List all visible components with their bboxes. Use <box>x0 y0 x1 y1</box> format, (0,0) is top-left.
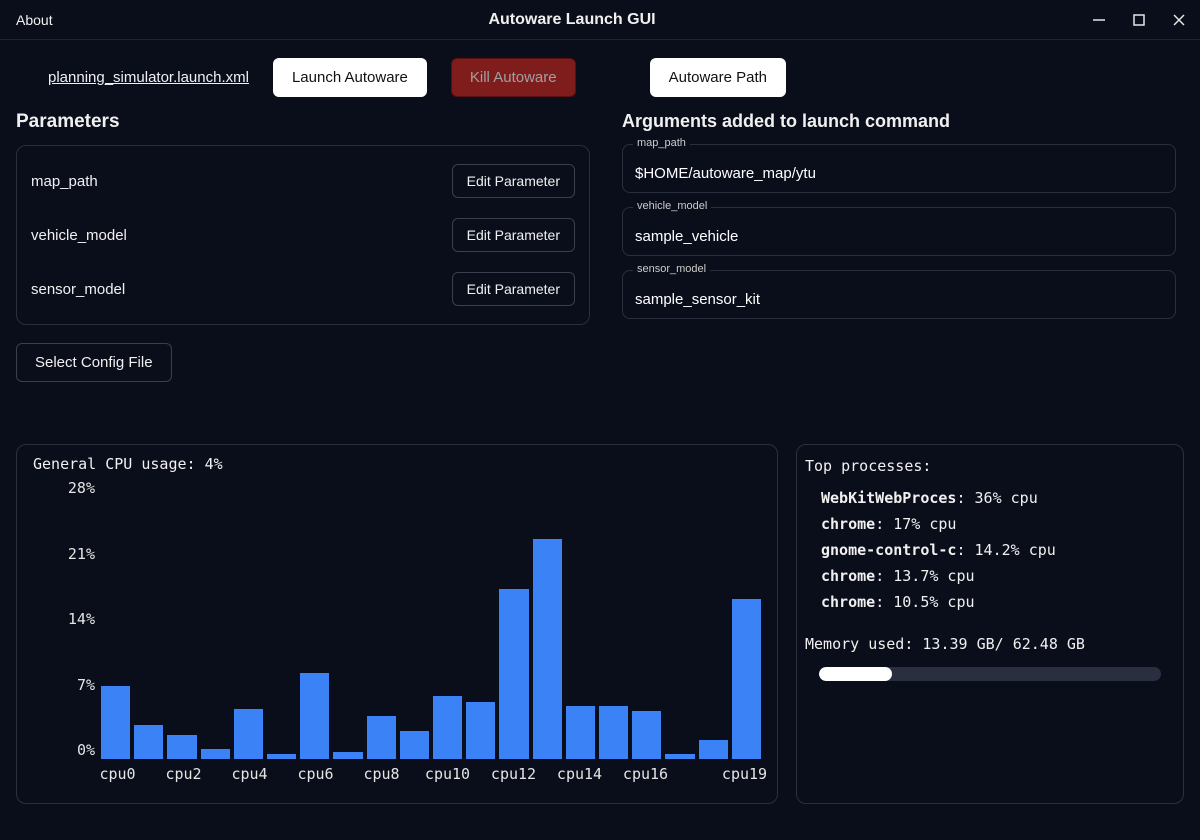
minimize-button[interactable] <box>1090 11 1108 29</box>
edit-parameter-button[interactable]: Edit Parameter <box>452 218 575 252</box>
cpu-bar <box>599 706 628 759</box>
parameter-name: vehicle_model <box>31 227 127 244</box>
cpu-bar <box>201 749 230 759</box>
cpu-bar <box>632 711 661 759</box>
y-tick-label: 14% <box>41 610 95 628</box>
process-row: chrome: 10.5% cpu <box>805 589 1175 615</box>
cpu-bar <box>234 709 263 759</box>
cpu-bar <box>466 702 495 759</box>
cpu-bar <box>699 740 728 759</box>
cpu-bar <box>167 735 196 759</box>
cpu-bar <box>134 725 163 759</box>
cpu-usage-panel: General CPU usage: 4% 28% 21% 14% 7% 0% cpu0… <box>16 444 778 804</box>
process-name: gnome-control-c <box>821 541 956 559</box>
cpu-bar <box>367 716 396 759</box>
process-name: chrome <box>821 567 875 585</box>
x-tick-label: cpu12 <box>491 765 536 783</box>
edit-parameter-button[interactable]: Edit Parameter <box>452 272 575 306</box>
launch-autoware-button[interactable]: Launch Autoware <box>273 58 427 97</box>
autoware-path-button[interactable]: Autoware Path <box>650 58 786 97</box>
processes-panel: Top processes: WebKitWebProces: 36% cpuc… <box>796 444 1184 804</box>
argument-label: map_path <box>633 137 690 149</box>
cpu-bar <box>400 731 429 759</box>
process-row: gnome-control-c: 14.2% cpu <box>805 537 1175 563</box>
argument-value: sample_sensor_kit <box>635 291 1163 308</box>
x-tick-label: cpu19 <box>722 765 767 783</box>
cpu-bar-chart <box>101 479 761 759</box>
argument-field[interactable]: map_path$HOME/autoware_map/ytu <box>622 144 1176 193</box>
kill-autoware-button[interactable]: Kill Autoware <box>451 58 576 97</box>
launch-file-link[interactable]: planning_simulator.launch.xml <box>48 69 249 86</box>
parameter-row: map_path Edit Parameter <box>31 154 575 208</box>
argument-field[interactable]: vehicle_modelsample_vehicle <box>622 207 1176 256</box>
x-tick-label: cpu4 <box>231 765 267 783</box>
cpu-usage-title: General CPU usage: 4% <box>25 455 769 479</box>
process-name: chrome <box>821 515 875 533</box>
cpu-bar <box>333 752 362 759</box>
process-row: WebKitWebProces: 36% cpu <box>805 485 1175 511</box>
cpu-bar <box>533 539 562 759</box>
x-tick-label: cpu6 <box>297 765 333 783</box>
memory-usage-text: Memory used: 13.39 GB/ 62.48 GB <box>805 635 1175 653</box>
x-tick-label: cpu0 <box>99 765 135 783</box>
y-tick-label: 28% <box>41 479 95 497</box>
memory-progress-bar <box>819 667 1161 681</box>
process-cpu-value: 14.2% cpu <box>975 541 1056 559</box>
argument-label: sensor_model <box>633 263 710 275</box>
process-cpu-value: 17% cpu <box>893 515 956 533</box>
cpu-bar <box>732 599 761 759</box>
parameter-name: map_path <box>31 173 98 190</box>
parameters-panel: map_path Edit Parameter vehicle_model Edit … <box>16 145 590 325</box>
parameter-name: sensor_model <box>31 281 125 298</box>
process-row: chrome: 17% cpu <box>805 511 1175 537</box>
cpu-bar <box>566 706 595 759</box>
process-cpu-value: 36% cpu <box>975 489 1038 507</box>
toolbar: planning_simulator.launch.xml Launch Aut… <box>0 40 1200 111</box>
cpu-bar <box>267 754 296 759</box>
arguments-heading: Arguments added to launch command <box>622 111 1176 132</box>
x-tick-label: cpu2 <box>165 765 201 783</box>
window-title: Autoware Launch GUI <box>96 11 1048 29</box>
x-tick-label: cpu10 <box>425 765 470 783</box>
cpu-bar <box>300 673 329 759</box>
argument-value: sample_vehicle <box>635 228 1163 245</box>
parameter-row: vehicle_model Edit Parameter <box>31 208 575 262</box>
parameters-heading: Parameters <box>16 111 590 133</box>
cpu-bar <box>665 754 694 759</box>
maximize-button[interactable] <box>1130 11 1148 29</box>
x-tick-label: cpu14 <box>557 765 602 783</box>
x-tick-label: cpu16 <box>623 765 668 783</box>
process-cpu-value: 10.5% cpu <box>893 593 974 611</box>
argument-label: vehicle_model <box>633 200 711 212</box>
processes-heading: Top processes: <box>805 457 1175 475</box>
y-tick-label: 21% <box>41 545 95 563</box>
parameter-row: sensor_model Edit Parameter <box>31 262 575 316</box>
cpu-bar <box>101 686 130 759</box>
close-button[interactable] <box>1170 11 1188 29</box>
cpu-bar <box>433 696 462 759</box>
about-menu[interactable]: About <box>16 12 96 28</box>
y-tick-label: 7% <box>41 676 95 694</box>
edit-parameter-button[interactable]: Edit Parameter <box>452 164 575 198</box>
process-name: chrome <box>821 593 875 611</box>
x-tick-label: cpu8 <box>363 765 399 783</box>
process-cpu-value: 13.7% cpu <box>893 567 974 585</box>
process-row: chrome: 13.7% cpu <box>805 563 1175 589</box>
process-name: WebKitWebProces <box>821 489 956 507</box>
cpu-bar <box>499 589 528 759</box>
y-tick-label: 0% <box>41 741 95 759</box>
argument-value: $HOME/autoware_map/ytu <box>635 165 1163 182</box>
titlebar: About Autoware Launch GUI <box>0 0 1200 40</box>
argument-field[interactable]: sensor_modelsample_sensor_kit <box>622 270 1176 319</box>
select-config-button[interactable]: Select Config File <box>16 343 172 382</box>
